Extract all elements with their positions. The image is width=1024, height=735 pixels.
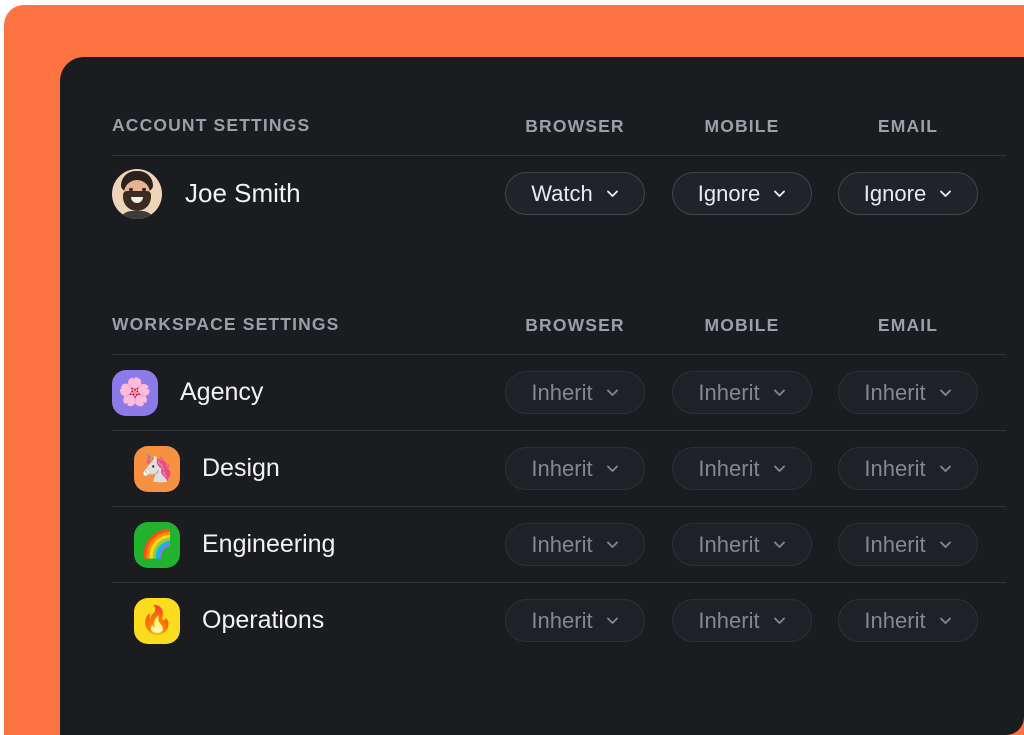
design-email-value: Inherit: [864, 456, 925, 482]
cherry-blossom-icon: 🌸: [112, 370, 158, 416]
chevron-down-icon: [606, 462, 619, 475]
engineering-browser-value: Inherit: [531, 532, 592, 558]
workspace-row-identity-design: 🦄 Design: [112, 431, 280, 506]
design-browser-value: Inherit: [531, 456, 592, 482]
avatar: [112, 169, 162, 219]
table-row: 🔥 Operations Inherit Inherit Inheri: [112, 583, 1006, 658]
workspace-row-name: Engineering: [202, 530, 335, 559]
account-email-value: Ignore: [864, 181, 926, 207]
workspace-row-identity-engineering: 🌈 Engineering: [112, 507, 335, 582]
workspace-row-name: Design: [202, 454, 280, 483]
account-email-dropdown[interactable]: Ignore: [838, 172, 978, 215]
design-mobile-value: Inherit: [698, 456, 759, 482]
workspace-row-name: Operations: [202, 606, 324, 635]
account-section-title: ACCOUNT SETTINGS: [112, 115, 310, 136]
chevron-down-icon: [939, 386, 952, 399]
chevron-down-icon: [606, 538, 619, 551]
account-browser-dropdown[interactable]: Watch: [505, 172, 645, 215]
workspace-row-identity-agency: 🌸 Agency: [112, 355, 263, 430]
design-mobile-dropdown[interactable]: Inherit: [672, 447, 812, 490]
chevron-down-icon: [773, 187, 786, 200]
workspace-row-identity-operations: 🔥 Operations: [112, 583, 324, 658]
operations-browser-dropdown[interactable]: Inherit: [505, 599, 645, 642]
chevron-down-icon: [773, 614, 786, 627]
table-row: Joe Smith Watch Ignore Ignore: [112, 156, 1006, 231]
operations-mobile-dropdown[interactable]: Inherit: [672, 599, 812, 642]
engineering-mobile-dropdown[interactable]: Inherit: [672, 523, 812, 566]
account-settings-section: ACCOUNT SETTINGS BROWSER MOBILE EMAIL: [112, 112, 1006, 231]
account-row-identity: Joe Smith: [112, 156, 301, 231]
workspace-row-name: Agency: [180, 378, 263, 407]
agency-email-dropdown[interactable]: Inherit: [838, 371, 978, 414]
chevron-down-icon: [773, 462, 786, 475]
chevron-down-icon: [939, 187, 952, 200]
agency-browser-dropdown[interactable]: Inherit: [505, 371, 645, 414]
workspace-column-header-email: EMAIL: [838, 315, 978, 336]
account-column-header-email: EMAIL: [838, 116, 978, 137]
workspace-column-header-browser: BROWSER: [505, 315, 645, 336]
agency-browser-value: Inherit: [531, 380, 592, 406]
workspace-header-row: WORKSPACE SETTINGS BROWSER MOBILE EMAIL: [112, 311, 1006, 354]
account-header-row: ACCOUNT SETTINGS BROWSER MOBILE EMAIL: [112, 112, 1006, 155]
account-browser-value: Watch: [531, 181, 593, 207]
engineering-email-value: Inherit: [864, 532, 925, 558]
rainbow-icon: 🌈: [134, 522, 180, 568]
operations-browser-value: Inherit: [531, 608, 592, 634]
operations-mobile-value: Inherit: [698, 608, 759, 634]
chevron-down-icon: [939, 462, 952, 475]
screenshot-stage: ACCOUNT SETTINGS BROWSER MOBILE EMAIL: [0, 0, 1024, 735]
account-column-header-browser: BROWSER: [505, 116, 645, 137]
account-row-name: Joe Smith: [185, 178, 301, 209]
engineering-email-dropdown[interactable]: Inherit: [838, 523, 978, 566]
workspace-column-header-mobile: MOBILE: [672, 315, 812, 336]
engineering-mobile-value: Inherit: [698, 532, 759, 558]
account-mobile-dropdown[interactable]: Ignore: [672, 172, 812, 215]
workspace-settings-section: WORKSPACE SETTINGS BROWSER MOBILE EMAIL …: [112, 311, 1006, 658]
settings-panel: ACCOUNT SETTINGS BROWSER MOBILE EMAIL: [60, 57, 1024, 735]
table-row: 🌸 Agency Inherit Inherit Inherit: [112, 355, 1006, 430]
design-email-dropdown[interactable]: Inherit: [838, 447, 978, 490]
agency-email-value: Inherit: [864, 380, 925, 406]
chevron-down-icon: [773, 538, 786, 551]
agency-mobile-dropdown[interactable]: Inherit: [672, 371, 812, 414]
fire-icon: 🔥: [134, 598, 180, 644]
table-row: 🌈 Engineering Inherit Inherit Inher: [112, 507, 1006, 582]
chevron-down-icon: [606, 614, 619, 627]
chevron-down-icon: [773, 386, 786, 399]
design-browser-dropdown[interactable]: Inherit: [505, 447, 645, 490]
chevron-down-icon: [606, 187, 619, 200]
account-mobile-value: Ignore: [698, 181, 760, 207]
chevron-down-icon: [939, 614, 952, 627]
chevron-down-icon: [939, 538, 952, 551]
unicorn-icon: 🦄: [134, 446, 180, 492]
operations-email-value: Inherit: [864, 608, 925, 634]
agency-mobile-value: Inherit: [698, 380, 759, 406]
table-row: 🦄 Design Inherit Inherit Inherit: [112, 431, 1006, 506]
operations-email-dropdown[interactable]: Inherit: [838, 599, 978, 642]
workspace-section-title: WORKSPACE SETTINGS: [112, 314, 339, 335]
chevron-down-icon: [606, 386, 619, 399]
account-column-header-mobile: MOBILE: [672, 116, 812, 137]
engineering-browser-dropdown[interactable]: Inherit: [505, 523, 645, 566]
